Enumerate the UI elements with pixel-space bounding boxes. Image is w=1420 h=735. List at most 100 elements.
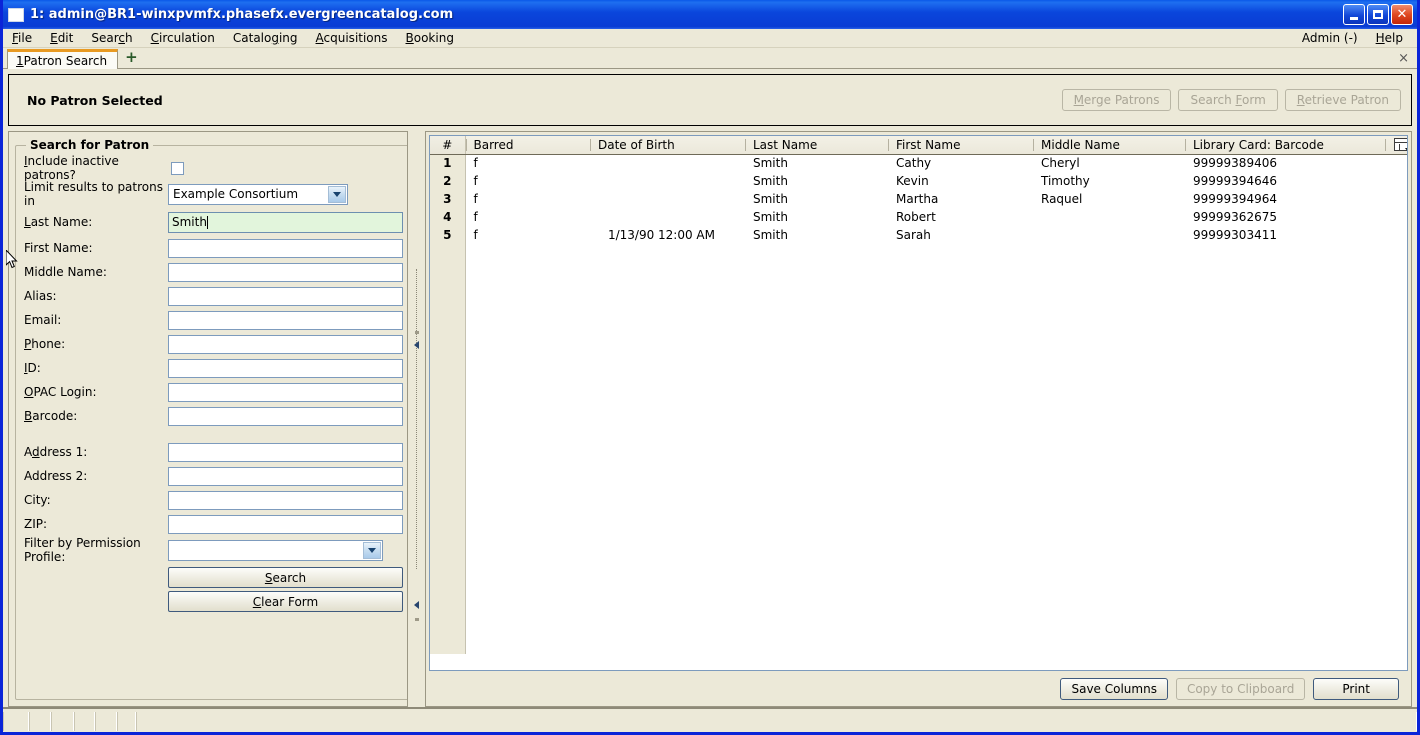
include-inactive-checkbox[interactable] [171,161,184,175]
permission-profile-select[interactable] [168,539,383,561]
patron-results-table: # Barred Date of Birth Last Name First N… [430,136,1407,654]
menu-admin[interactable]: Admin (-) [1293,30,1367,46]
cell-date-of-birth [590,154,745,172]
include-inactive-row: Include inactive patrons? [24,154,403,182]
id-field[interactable] [168,358,403,378]
phone-field[interactable] [168,334,403,354]
cell-filler-2 [1385,154,1407,172]
splitter-collapse-left-icon-2[interactable] [414,601,419,609]
cell-barcode: 99999389406 [1193,156,1277,171]
cell-date-of-birth: 1/13/90 12:00 AM [607,228,715,242]
limit-results-select[interactable]: Example Consortium [168,183,348,205]
cell-barcode: 99999362675 [1193,210,1277,224]
menu-acquisitions[interactable]: Acquisitions [307,30,397,46]
minimize-button[interactable] [1343,4,1365,25]
col-header-middle-name[interactable]: Middle Name [1033,136,1185,155]
first-name-row: First Name: [24,236,403,260]
close-button[interactable]: ✕ [1391,4,1413,25]
permission-profile-row: Filter by Permission Profile: [24,536,403,564]
splitter-collapse-left-icon[interactable] [414,341,419,349]
menu-booking[interactable]: Booking [397,30,463,46]
cell-date-of-birth [590,190,745,208]
table-row[interactable]: 3 f Smith Martha Raquel 99999394964 [430,190,1407,208]
table-empty-area [430,244,1407,654]
address-1-field[interactable] [168,442,403,462]
cell-date-of-birth [590,172,745,190]
cell-filler-2 [1385,226,1407,244]
search-form-button[interactable]: Search Form [1178,89,1278,111]
chevron-down-icon[interactable] [363,541,381,559]
maximize-button[interactable] [1367,4,1389,25]
email-field[interactable] [168,310,403,330]
col-header-barred[interactable]: Barred [465,136,590,155]
print-button[interactable]: Print [1313,677,1399,700]
menu-file[interactable]: File [3,30,41,46]
col-header-last-name[interactable]: Last Name [745,136,888,155]
status-bar [3,707,1417,732]
email-row: Email: [24,308,403,332]
address-2-field[interactable] [168,466,403,486]
zip-field[interactable] [168,514,403,534]
panel-splitter[interactable] [408,131,425,707]
barcode-field[interactable] [168,406,403,426]
new-tab-button[interactable]: + [125,50,138,68]
chevron-down-icon[interactable] [328,185,346,203]
table-row[interactable]: 5 f 1/13/90 12:00 AM Smith Sarah 9999930… [430,226,1407,244]
merge-patrons-button[interactable]: Merge Patrons [1061,89,1172,111]
menu-help[interactable]: Help [1367,30,1417,46]
cell-middle-name [1033,226,1185,244]
id-label: ID: [24,361,41,375]
status-cell-5 [95,712,117,731]
address-2-label: Address 2: [24,469,88,483]
table-row[interactable]: 4 f Smith Robert 99999362675 [430,208,1407,226]
clear-form-button[interactable]: Clear Form [168,591,403,612]
city-field[interactable] [168,490,403,510]
cell-first-name: Kevin [896,174,929,188]
alias-field[interactable] [168,286,403,306]
zip-row: ZIP: [24,512,403,536]
results-header-row: # Barred Date of Birth Last Name First N… [430,136,1407,155]
cell-middle-name: Timothy [1041,174,1090,188]
cell-barred: f [473,174,478,188]
column-picker-button[interactable] [1385,136,1407,155]
cell-first-name: Cathy [896,156,932,171]
tab-patron-search[interactable]: 1 Patron Search [7,49,119,69]
cell-barred: f [473,156,478,171]
row-number: 3 [430,190,466,208]
search-button[interactable]: Search [168,567,403,588]
cell-filler-2 [1385,190,1407,208]
text-caret [206,215,208,229]
limit-results-row: Limit results to patrons in Example Cons… [24,180,403,208]
first-name-field[interactable] [168,238,403,258]
opac-login-row: OPAC Login: [24,380,403,404]
middle-name-field[interactable] [168,262,403,282]
menu-circulation[interactable]: Circulation [142,30,224,46]
results-table-body: 1 f Smith Cathy Cheryl 99999389406 2 f S… [430,154,1407,654]
col-header-library-card-barcode[interactable]: Library Card: Barcode [1185,136,1385,155]
permission-profile-label: Filter by Permission Profile: [24,536,141,564]
close-tab-icon[interactable]: × [1398,51,1409,66]
opac-login-field[interactable] [168,382,403,402]
copy-to-clipboard-button[interactable]: Copy to Clipboard [1175,677,1306,700]
save-columns-button[interactable]: Save Columns [1060,677,1168,700]
tab-label: Patron Search [23,53,108,68]
id-row: ID: [24,356,403,380]
retrieve-patron-button[interactable]: Retrieve Patron [1284,89,1401,111]
row-number: 2 [430,172,466,190]
cell-barcode: 99999394964 [1193,192,1277,206]
row-number: 1 [430,154,466,172]
row-number-gutter-filler [430,244,466,654]
menu-cataloging[interactable]: Cataloging [224,30,307,46]
col-header-first-name[interactable]: First Name [888,136,1033,155]
menu-search[interactable]: Search [82,30,141,46]
cell-last-name: Smith [753,192,788,206]
minimize-icon [1350,16,1358,20]
last-name-field[interactable]: Smith [168,211,403,233]
col-header-date-of-birth[interactable]: Date of Birth [590,136,745,155]
table-row[interactable]: 1 f Smith Cathy Cheryl 99999389406 [430,154,1407,172]
address-1-row: Address 1: [24,440,403,464]
col-header-number[interactable]: # [430,136,466,155]
menu-edit[interactable]: Edit [41,30,82,46]
table-row[interactable]: 2 f Smith Kevin Timothy 99999394646 [430,172,1407,190]
search-for-patron-fieldset: Search for Patron Include inactive patro… [15,138,407,700]
